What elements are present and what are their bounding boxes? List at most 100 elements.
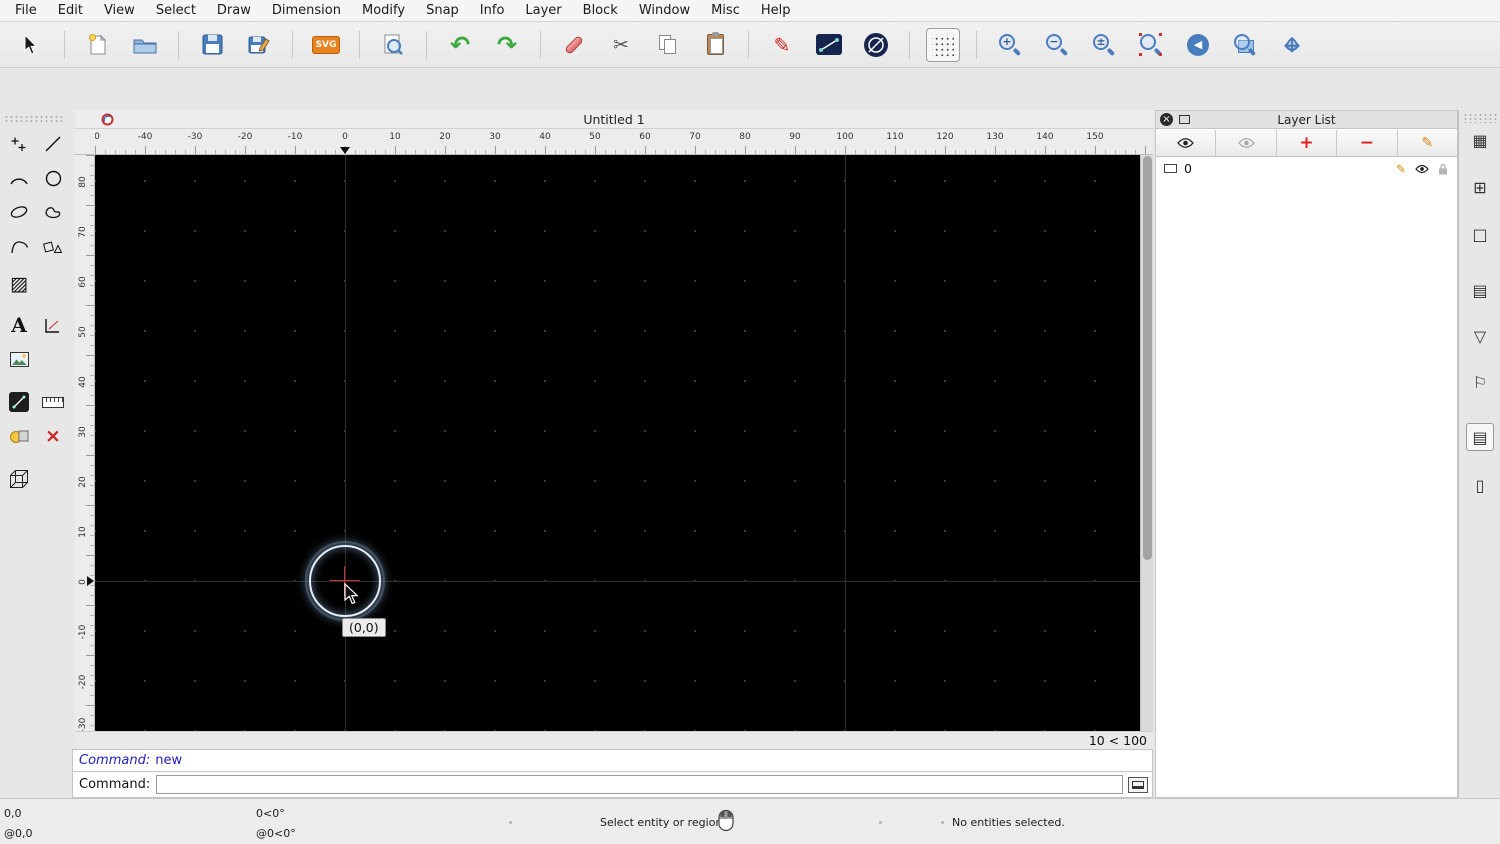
menu-window[interactable]: Window <box>639 3 690 18</box>
document-titlebar[interactable]: Untitled 1 <box>75 110 1153 129</box>
save-as-icon <box>248 36 270 53</box>
zoom-auto-button[interactable]: ± <box>1087 28 1121 62</box>
zoom-in-button[interactable]: + <box>993 28 1027 62</box>
paste-button[interactable] <box>698 28 732 62</box>
open-file-button[interactable] <box>128 28 162 62</box>
menu-help[interactable]: Help <box>761 3 791 18</box>
circle-tool-button[interactable] <box>37 162 69 194</box>
menu-snap[interactable]: Snap <box>426 3 459 18</box>
undo-icon: ↶ <box>449 30 471 59</box>
line-tool-button[interactable] <box>37 128 69 160</box>
zoom-window-button[interactable] <box>1228 28 1262 62</box>
menu-info[interactable]: Info <box>480 3 505 18</box>
coordinate-tooltip: (0,0) <box>342 618 386 637</box>
command-options-button[interactable] <box>1128 776 1148 793</box>
layer-row[interactable]: 0 ✎ <box>1156 158 1457 179</box>
measure-tool-button[interactable] <box>3 386 35 418</box>
arc-tool-button[interactable] <box>3 162 35 194</box>
menu-select[interactable]: Select <box>156 3 196 18</box>
polyline-icon <box>10 240 28 253</box>
circle-attributes-icon <box>864 32 888 57</box>
undo-button[interactable]: ↶ <box>443 28 477 62</box>
dock-library-button[interactable]: ⊞ <box>1466 173 1494 201</box>
cut-button[interactable]: ✂ <box>604 28 638 62</box>
show-all-layers-button[interactable] <box>1156 130 1217 157</box>
edit-layer-button[interactable]: ✎ <box>1397 130 1458 157</box>
delete-button[interactable] <box>557 28 591 62</box>
toolbar-separator <box>748 30 749 59</box>
command-line: Command: <box>72 771 1153 798</box>
dock-entity-list-button[interactable]: ▤ <box>1466 276 1494 304</box>
layer-visibility-icon[interactable] <box>1415 164 1429 174</box>
save-as-button[interactable] <box>242 28 276 62</box>
menu-dimension[interactable]: Dimension <box>272 3 341 18</box>
hide-all-layers-button[interactable] <box>1216 130 1277 157</box>
polyline-tool-button[interactable] <box>3 230 35 262</box>
absolute-coordinates: 0,0 <box>4 807 22 820</box>
shapes-tool-button[interactable] <box>37 230 69 262</box>
circle-attributes-button[interactable] <box>859 28 893 62</box>
add-layer-button[interactable]: + <box>1276 130 1338 157</box>
export-svg-button[interactable]: SVG <box>309 28 343 62</box>
redo-button[interactable]: ↷ <box>490 28 524 62</box>
layer-swatch-icon[interactable] <box>1164 164 1177 173</box>
modify-tool-button[interactable] <box>3 420 35 452</box>
scrollbar-thumb[interactable] <box>1143 156 1152 560</box>
dock-clipboard-button[interactable]: ▯ <box>1466 471 1494 499</box>
hatch-tool-button[interactable]: ▨ <box>3 268 35 300</box>
zoom-out-button[interactable]: − <box>1040 28 1074 62</box>
layer-edit-icon[interactable]: ✎ <box>1396 162 1406 176</box>
spline-tool-button[interactable] <box>37 196 69 228</box>
layer-lock-icon[interactable] <box>1438 163 1448 175</box>
absolute-polar: 0<0° <box>256 807 285 820</box>
ruler-label: 40 <box>539 132 551 142</box>
line-attributes-button[interactable] <box>812 28 846 62</box>
vertical-scrollbar[interactable] <box>1140 155 1153 731</box>
menu-edit[interactable]: Edit <box>58 3 83 18</box>
print-preview-button[interactable] <box>376 28 410 62</box>
zoom-redraw-button[interactable] <box>1134 28 1168 62</box>
menu-misc[interactable]: Misc <box>711 3 740 18</box>
dock-filter-button[interactable]: ▽ <box>1466 322 1494 350</box>
menu-view[interactable]: View <box>104 3 135 18</box>
menu-layer[interactable]: Layer <box>525 3 561 18</box>
dock-page-button[interactable]: □ <box>1466 220 1494 248</box>
ruler-label: -40 <box>137 132 153 142</box>
ruler-tool-button[interactable] <box>37 386 69 418</box>
grid-status-text: 10 < 100 <box>1088 733 1147 748</box>
text-tool-button[interactable]: A <box>3 309 35 341</box>
zoom-previous-button[interactable]: ◀ <box>1181 28 1215 62</box>
select-tool-button[interactable] <box>14 28 48 62</box>
toolbar-drag-handle[interactable] <box>4 115 66 123</box>
new-document-button[interactable] <box>81 28 115 62</box>
zoom-pan-button[interactable]: ↔ ↕ <box>1275 28 1309 62</box>
points-tool-button[interactable] <box>3 128 35 160</box>
dock-drag-handle[interactable] <box>1463 113 1497 123</box>
remove-layer-button[interactable]: − <box>1337 130 1398 157</box>
layer-panel-header[interactable]: × Layer List <box>1156 111 1457 129</box>
menu-modify[interactable]: Modify <box>362 3 405 18</box>
toolbar-separator <box>976 30 977 59</box>
copy-button[interactable] <box>651 28 685 62</box>
ellipse-tool-button[interactable] <box>3 196 35 228</box>
dock-layer-list-button[interactable]: ▤ <box>1466 423 1494 451</box>
relative-coordinates: @0,0 <box>4 827 33 840</box>
grid-toggle-button[interactable] <box>926 27 960 62</box>
dock-quick-info-button[interactable]: ⚐ <box>1466 368 1494 396</box>
keyboard-icon <box>1132 780 1144 789</box>
ruler-label: 50 <box>78 326 88 338</box>
menu-draw[interactable]: Draw <box>217 3 251 18</box>
dock-block-list-button[interactable]: ▦ <box>1466 126 1494 154</box>
drawing-canvas[interactable]: (0,0) <box>95 155 1140 731</box>
solid-tool-button[interactable] <box>3 463 35 495</box>
menu-block[interactable]: Block <box>583 3 618 18</box>
dock-toolbar: ▦ ⊞ □ ▤ ▽ ⚐ ▤ ▯ <box>1458 110 1500 798</box>
menu-file[interactable]: File <box>15 3 37 18</box>
dimension-tool-button[interactable] <box>37 309 69 341</box>
save-button[interactable] <box>195 28 229 62</box>
command-input[interactable] <box>156 775 1123 794</box>
image-tool-button[interactable] <box>3 343 35 375</box>
minus-icon: − <box>1359 133 1375 153</box>
pen-attributes-button[interactable]: ✎ <box>765 28 799 62</box>
explode-tool-button[interactable]: × <box>37 420 69 452</box>
